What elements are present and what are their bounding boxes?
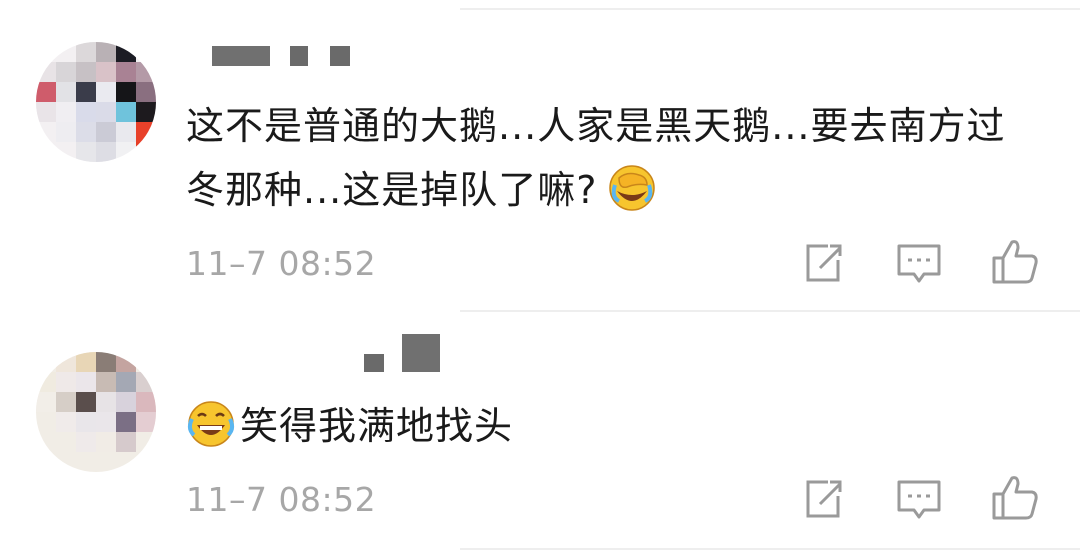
comment-text: 笑得我满地找头	[186, 394, 1020, 458]
comment-item: 这不是普通的大鹅...人家是黑天鹅...要去南方过冬那种...这是掉队了嘛? 1…	[0, 0, 1080, 310]
timestamp: 11–7 08:52	[186, 244, 377, 283]
bottom-divider	[460, 548, 1080, 550]
timestamp: 11–7 08:52	[186, 480, 377, 519]
comment-text-content: 笑得我满地找头	[240, 404, 514, 448]
like-button[interactable]	[990, 472, 1040, 522]
avatar[interactable]	[36, 42, 156, 162]
reply-icon	[897, 480, 941, 519]
tears-of-joy-emoji	[186, 399, 236, 449]
like-icon	[992, 240, 1038, 284]
reply-icon	[897, 244, 941, 283]
like-icon	[992, 476, 1038, 520]
username-obscured[interactable]	[364, 334, 444, 374]
username-obscured[interactable]	[212, 46, 352, 68]
share-icon	[806, 480, 842, 518]
comment-item: 笑得我满地找头 11–7 08:52	[0, 312, 1080, 552]
share-button[interactable]	[798, 474, 848, 524]
cover-face-laugh-emoji	[607, 163, 657, 213]
like-button[interactable]	[990, 236, 1040, 286]
comment-text-content: 这不是普通的大鹅...人家是黑天鹅...要去南方过冬那种...这是掉队了嘛?	[186, 104, 1006, 212]
share-icon	[806, 244, 842, 282]
avatar[interactable]	[36, 352, 156, 472]
share-button[interactable]	[798, 238, 848, 288]
reply-button[interactable]	[894, 474, 944, 524]
reply-button[interactable]	[894, 238, 944, 288]
comment-text: 这不是普通的大鹅...人家是黑天鹅...要去南方过冬那种...这是掉队了嘛?	[186, 94, 1020, 222]
